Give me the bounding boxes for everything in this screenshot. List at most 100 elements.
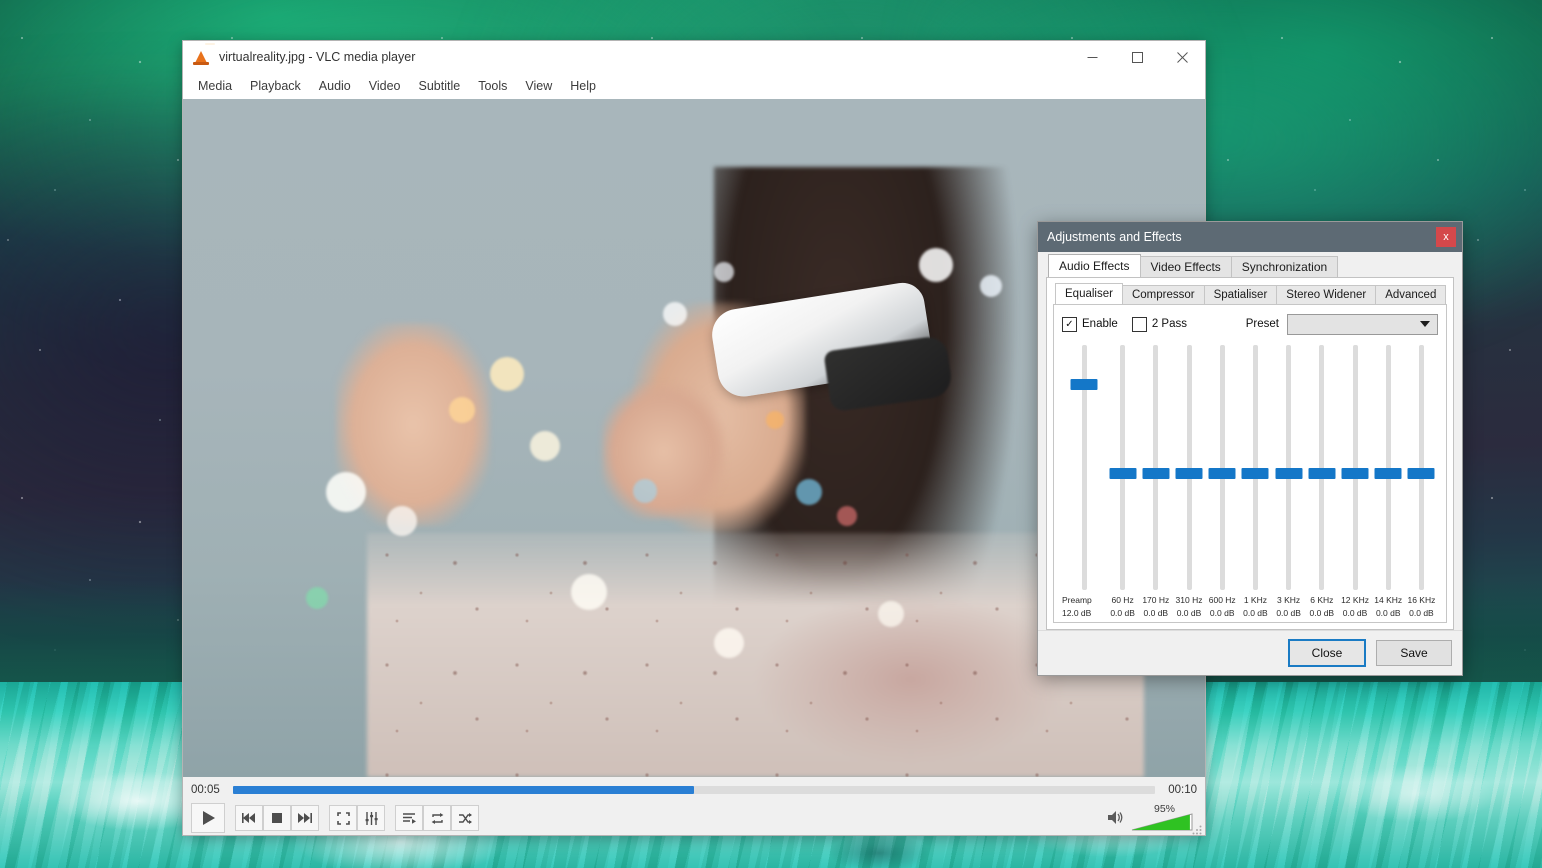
slider-track-area[interactable] [1239,345,1272,590]
tab-audio-effects[interactable]: Audio Effects [1048,254,1141,278]
vlc-titlebar: virtualreality.jpg - VLC media player [183,41,1205,73]
preamp-value: 12.0 dB [1062,608,1092,618]
bokeh-light [632,478,657,503]
band-slider-6[interactable]: 6 KHz 0.0 dB [1305,345,1338,618]
tab-stereo-widener[interactable]: Stereo Widener [1276,285,1377,305]
playlist-button[interactable] [395,805,423,831]
speaker-icon[interactable] [1108,810,1125,830]
slider-track-area[interactable] [1305,345,1338,590]
fullscreen-button[interactable] [329,805,357,831]
slider-handle[interactable] [1407,467,1435,479]
playback-controls-bar: 00:05 00:10 95% [183,777,1205,835]
slider-track-area[interactable] [1172,345,1205,590]
slider-track-area[interactable] [1405,345,1438,590]
equaliser-options-row: ✓ Enable 2 Pass Preset [1062,313,1438,335]
band-value-5: 0.0 dB [1276,608,1301,618]
bokeh-light [448,397,475,424]
band-slider-3[interactable]: 600 Hz 0.0 dB [1206,345,1239,618]
resize-grip[interactable] [1192,822,1202,835]
play-button[interactable] [191,803,225,833]
slider-handle[interactable] [1142,467,1170,479]
band-slider-2[interactable]: 310 Hz 0.0 dB [1172,345,1205,618]
band-slider-5[interactable]: 3 KHz 0.0 dB [1272,345,1305,618]
dialog-close-icon[interactable]: x [1436,227,1456,247]
slider-handle[interactable] [1175,467,1203,479]
slider-track-area[interactable] [1139,345,1172,590]
slider-track-area[interactable] [1372,345,1405,590]
tab-advanced[interactable]: Advanced [1375,285,1447,305]
save-button[interactable]: Save [1376,640,1452,666]
close-icon[interactable] [1160,41,1205,73]
preset-dropdown[interactable] [1287,313,1438,335]
band-label-9: 16 KHz [1407,595,1436,605]
volume-area [1108,810,1193,831]
enable-label: Enable [1082,318,1118,330]
slider-handle[interactable] [1208,467,1236,479]
tab-synchronization[interactable]: Synchronization [1230,256,1339,278]
volume-slider[interactable] [1131,813,1193,831]
tab-equaliser[interactable]: Equaliser [1055,283,1123,305]
maximize-icon[interactable] [1115,41,1160,73]
menu-audio[interactable]: Audio [310,76,360,97]
transport-buttons [183,801,1205,835]
slider-track-area[interactable] [1272,345,1305,590]
band-label-2: 310 Hz [1175,595,1203,605]
menu-tools[interactable]: Tools [469,76,516,97]
slider-handle[interactable] [1275,467,1303,479]
loop-button[interactable] [423,805,451,831]
menu-video[interactable]: Video [360,76,410,97]
slider-handle[interactable] [1374,467,1402,479]
menu-view[interactable]: View [516,76,561,97]
band-label-0: 60 Hz [1111,595,1134,605]
slider-handle[interactable] [1308,467,1336,479]
two-pass-checkbox-group[interactable]: 2 Pass [1131,316,1187,332]
close-button[interactable]: Close [1288,639,1366,667]
minimize-icon[interactable] [1070,41,1115,73]
video-subject-right-hand [602,383,725,520]
dialog-title: Adjustments and Effects [1047,230,1182,244]
band-slider-0[interactable]: 60 Hz 0.0 dB [1106,345,1139,618]
slider-track-area[interactable] [1106,345,1139,590]
window-title: virtualreality.jpg - VLC media player [219,50,416,64]
band-value-2: 0.0 dB [1176,608,1202,618]
desktop: virtualreality.jpg - VLC media player Me… [0,0,1542,868]
bokeh-light [489,356,524,391]
band-label-1: 170 Hz [1142,595,1170,605]
band-slider-7[interactable]: 12 KHz 0.0 dB [1338,345,1371,618]
menu-subtitle[interactable]: Subtitle [410,76,470,97]
bokeh-light [837,505,858,526]
seek-bar[interactable] [233,786,1155,794]
two-pass-checkbox[interactable] [1131,316,1147,332]
primary-tabs: Audio Effects Video Effects Synchronizat… [1048,254,1454,278]
previous-button[interactable] [235,805,263,831]
shuffle-button[interactable] [451,805,479,831]
next-button[interactable] [291,805,319,831]
tab-compressor[interactable]: Compressor [1121,285,1205,305]
slider-handle[interactable] [1241,467,1269,479]
menu-media[interactable]: Media [189,76,241,97]
slider-handle[interactable] [1341,467,1369,479]
bokeh-light [530,431,561,462]
enable-checkbox-group[interactable]: ✓ Enable [1062,316,1118,332]
slider-track-area[interactable] [1062,345,1106,590]
band-slider-8[interactable]: 14 KHz 0.0 dB [1372,345,1405,618]
band-slider-9[interactable]: 16 KHz 0.0 dB [1405,345,1438,618]
slider-track-area[interactable] [1338,345,1371,590]
band-label-5: 3 KHz [1277,595,1301,605]
enable-checkbox[interactable]: ✓ [1062,316,1077,332]
tab-video-effects[interactable]: Video Effects [1139,256,1232,278]
slider-track-area[interactable] [1206,345,1239,590]
stop-button[interactable] [263,805,291,831]
band-slider-1[interactable]: 170 Hz 0.0 dB [1139,345,1172,618]
tab-spatialiser[interactable]: Spatialiser [1203,285,1278,305]
bokeh-light [918,248,953,283]
menu-help[interactable]: Help [561,76,605,97]
menu-playback[interactable]: Playback [241,76,310,97]
band-slider-4[interactable]: 1 KHz 0.0 dB [1239,345,1272,618]
adjustments-and-effects-dialog: Adjustments and Effects x Audio Effects … [1038,222,1462,675]
slider-handle[interactable] [1070,379,1098,391]
slider-handle[interactable] [1109,467,1137,479]
preamp-slider[interactable]: Preamp 12.0 dB [1062,345,1106,618]
extended-settings-button[interactable] [357,805,385,831]
bokeh-light [765,410,784,429]
